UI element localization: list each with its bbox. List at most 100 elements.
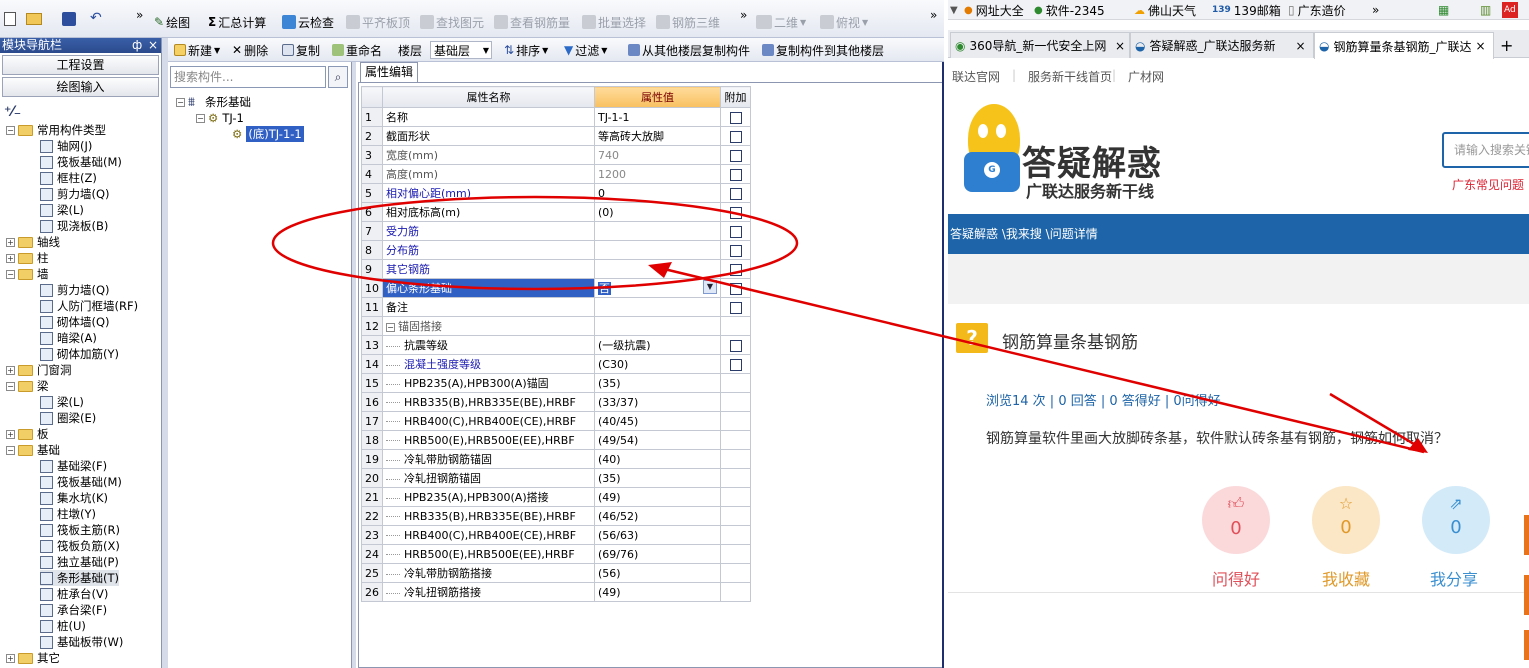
property-value[interactable] [594,297,721,317]
browser-tab-dayi[interactable]: ◒ 答疑解惑_广联达服务新 × [1130,32,1314,58]
find-element-button[interactable]: 查找图元 [420,12,484,32]
additional-checkbox[interactable] [729,149,742,162]
property-row[interactable]: 24 HRB500(E),HRB500E(EE),HRBF (69/76) [361,544,751,564]
property-row[interactable]: 10 偏心条形基础否 ▼ [361,278,751,298]
delete-button[interactable]: ✕ 删除 [232,41,268,59]
tree-node-strip-foundation[interactable]: − ⩩ 条形基础 [176,94,251,110]
property-row[interactable]: 22 HRB335(B),HRB335E(BE),HRBF (46/52) [361,506,751,526]
property-row[interactable]: 25 冷轧带肋钢筋搭接 (56) [361,563,751,583]
property-row[interactable]: 21 HPB235(A),HPB300(A)搭接 (49) [361,487,751,507]
property-value[interactable]: (35) [594,468,721,488]
nav-folder[interactable]: + 柱 [6,250,49,266]
property-row[interactable]: 9 其它钢筋 [361,259,751,279]
nav-item[interactable]: 基础板带(W) [40,634,123,650]
property-row[interactable]: 12− 锚固搭接 [361,316,751,336]
nav-item[interactable]: 桩承台(V) [40,586,108,602]
rebar-3d-button[interactable]: 钢筋三维 [656,12,720,32]
copy-button[interactable]: 复制 [282,41,320,59]
project-settings-button[interactable]: 工程设置 [2,55,159,75]
nav-item[interactable]: 框柱(Z) [40,170,97,186]
additional-checkbox[interactable] [729,111,742,124]
nav-item[interactable]: 桩(U) [40,618,86,634]
nav-folder[interactable]: − 墙 [6,266,49,282]
collapse-icon[interactable]: − [6,269,15,279]
nav-item[interactable]: 筏板负筋(X) [40,538,120,554]
nav-item[interactable]: 轴网(J) [40,138,92,154]
favorite-button[interactable]: ☆ 0 [1312,486,1380,554]
property-row[interactable]: 2 截面形状 等高砖大放脚 [361,126,751,146]
level-slab-button[interactable]: 平齐板顶 [346,12,410,32]
property-value[interactable]: (49/54) [594,430,721,450]
property-row[interactable]: 4 高度(mm) 1200 [361,164,751,184]
property-row[interactable]: 11 备注 [361,297,751,317]
additional-checkbox[interactable] [729,225,742,238]
additional-checkbox[interactable] [729,339,742,352]
property-row[interactable]: 19 冷轧带肋钢筋锚固 (40) [361,449,751,469]
side-float-tab[interactable] [1524,630,1529,660]
rename-button[interactable]: 重命名 [332,41,382,59]
property-row[interactable]: 5 相对偏心距(mm) 0 [361,183,751,203]
summary-button[interactable]: Σ 汇总计算 [208,12,266,32]
nav-item[interactable]: 梁(L) [40,202,84,218]
new-button[interactable]: 新建 ▼ [174,41,220,59]
property-row[interactable]: 13 抗震等级 (一级抗震) [361,335,751,355]
view-mode-select[interactable]: 二维 ▼ [756,12,806,32]
share-label[interactable]: 我分享 [1414,566,1494,590]
collapse-icon[interactable]: − [6,381,15,391]
additional-checkbox[interactable] [729,187,742,200]
additional-checkbox[interactable] [729,282,742,295]
draw-button[interactable]: ✎ 绘图 [154,12,190,32]
nav-item[interactable]: 砌体加筋(Y) [40,346,119,362]
nav-item[interactable]: 梁(L) [40,394,84,410]
property-row[interactable]: 17 HRB400(C),HRB400E(CE),HRBF (40/45) [361,411,751,431]
additional-checkbox[interactable] [729,263,742,276]
save-icon[interactable] [62,12,76,26]
property-row[interactable]: 23 HRB400(C),HRB400E(CE),HRBF (56/63) [361,525,751,545]
expand-icon[interactable]: + [6,429,15,439]
nav-folder[interactable]: − 基础 [6,442,60,458]
nav-item[interactable]: 筏板基础(M) [40,154,122,170]
collapse-icon[interactable]: − [6,445,15,455]
additional-checkbox[interactable] [729,130,742,143]
breadcrumb-text[interactable]: 答疑解惑 \我来搜 \问题详情 [950,227,1098,241]
property-value[interactable]: 否 ▼ [594,278,721,298]
nav-item[interactable]: 剪力墙(Q) [40,282,110,298]
browser-tab-360[interactable]: ◉ 360导航_新一代安全上网 × [950,32,1130,58]
nav-folder[interactable]: − 常用构件类型 [6,122,106,138]
search-icon[interactable]: ⌕ [328,66,348,88]
nav-item[interactable]: 圈梁(E) [40,410,96,426]
nav-item[interactable]: 柱墩(Y) [40,506,96,522]
bookmark-2[interactable]: ☁ 佛山天气 [1134,2,1196,18]
property-value[interactable] [594,259,721,279]
floor-select[interactable]: 基础层 ▼ [430,41,492,59]
tree-node-tj1[interactable]: − ⚙ TJ-1 [196,110,244,126]
property-value[interactable]: (40/45) [594,411,721,431]
good-question-label[interactable]: 问得好 [1196,566,1276,590]
collapse-icon[interactable]: − [176,97,185,107]
property-value[interactable]: (46/52) [594,506,721,526]
pin-icon[interactable]: ф [132,38,142,53]
property-row[interactable]: 6 相对底标高(m) (0) [361,202,751,222]
close-icon[interactable]: × [1475,39,1485,53]
collapse-icon[interactable]: − [386,323,395,332]
property-value[interactable]: (33/37) [594,392,721,412]
property-row[interactable]: 18 HRB500(E),HRB500E(EE),HRBF (49/54) [361,430,751,450]
nav-item[interactable]: 筏板基础(M) [40,474,122,490]
close-icon[interactable]: × [1115,39,1125,53]
property-row[interactable]: 16 HRB335(B),HRB335E(BE),HRBF (33/37) [361,392,751,412]
side-float-tab[interactable] [1524,575,1529,615]
close-icon[interactable]: × [148,38,158,53]
share-button[interactable]: ⇗ 0 [1422,486,1490,554]
side-float-tab[interactable] [1524,515,1529,555]
property-value[interactable]: (56) [594,563,721,583]
view-rebar-button[interactable]: 查看钢筋量 [494,12,570,32]
bookmarks-more-icon[interactable]: » [1372,2,1379,18]
close-icon[interactable]: × [1295,39,1305,53]
property-row[interactable]: 20 冷轧扭钢筋锚固 (35) [361,468,751,488]
adobe-icon[interactable]: Ad [1502,2,1518,18]
nav-item[interactable]: 集水坑(K) [40,490,108,506]
site-search-input[interactable]: 请输入搜索关键 [1442,132,1529,168]
additional-checkbox[interactable] [729,358,742,371]
common-questions-link[interactable]: 广东常见问题 [1452,176,1524,193]
nav-item[interactable]: 剪力墙(Q) [40,186,110,202]
